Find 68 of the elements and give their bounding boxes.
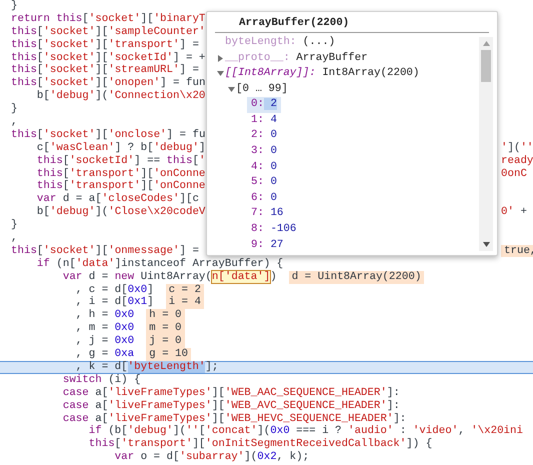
property-row-text: [[Int8Array]]: Int8Array(2200) xyxy=(225,66,420,82)
code-line: this['socket']['sampleCounter' xyxy=(11,26,206,39)
inline-value: g = 10 xyxy=(146,348,192,361)
code-line: b['debug']('Close\x20codeV xyxy=(36,206,206,220)
expanded-triangle-icon[interactable] xyxy=(216,70,224,78)
scroll-down-icon[interactable] xyxy=(482,242,490,247)
code-line: } xyxy=(11,0,18,13)
code-line: c['wasClean'] ? b['debug'] xyxy=(36,142,206,155)
collapsed-triangle-icon[interactable] xyxy=(216,54,224,62)
code-line: 0onC xyxy=(501,168,528,180)
code-line: , h = 0x0 xyxy=(74,309,134,322)
array-entry[interactable]: 7: 16 xyxy=(247,206,288,222)
inline-value: h = 0 xyxy=(146,309,185,322)
code-line: this['transport']['onInitSegmentReceivedCallback']) { xyxy=(88,438,432,451)
code-line: , xyxy=(11,116,18,129)
array-entry[interactable]: 4: 0 xyxy=(247,160,281,176)
code-line: ']('' xyxy=(501,142,533,155)
array-entry[interactable]: 5: 0 xyxy=(247,175,281,191)
code-line: this['socket']['onopen'] = fun xyxy=(11,77,206,90)
array-entry[interactable]: 8: -106 xyxy=(247,222,300,238)
code-line: this['socket']['transport'] = xyxy=(11,38,199,52)
code-line: , xyxy=(11,232,18,245)
code-line: , c = d[0x0] xyxy=(74,284,154,296)
code-line: this['transport']['onConne xyxy=(36,168,206,180)
code-line: if (n['data']instanceof ArrayBuffer) { xyxy=(36,258,284,271)
inline-value: c = 2 xyxy=(166,284,204,296)
code-line: var d = new Uint8Array(n['data']) xyxy=(62,270,277,284)
code-line: this['socket']['socketId'] = + xyxy=(11,52,206,64)
code-line: this['transport']['onConne xyxy=(36,180,206,193)
code-line: case a['liveFrameTypes']['WEB_AVC_SEQUENCE_HEADER']: xyxy=(62,400,400,413)
code-line: , m = 0x0 xyxy=(74,322,134,335)
array-entry[interactable]: 2: 0 xyxy=(247,128,281,144)
code-line: if (b['debug'](''['concat'](0x0 === i ? 'audio' : 'video', '\x20ini xyxy=(88,425,523,438)
code-line: this['socket']['onclose'] = fu xyxy=(11,128,206,142)
array-entry[interactable]: 6: 0 xyxy=(247,190,281,206)
code-line: } xyxy=(11,219,18,232)
inline-value: i = 4 xyxy=(166,296,204,310)
inline-value: j = 0 xyxy=(146,335,185,348)
scrollbar[interactable] xyxy=(479,36,493,251)
code-line: var o = d['subarray'](0x2, k); xyxy=(114,451,310,464)
code-line: return this['socket']['binaryT xyxy=(11,12,206,26)
property-row-text: __proto__: ArrayBuffer xyxy=(225,50,368,66)
code-line: case a['liveFrameTypes']['WEB_AAC_SEQUENCE_HEADER']: xyxy=(62,386,400,400)
code-line: b['debug']('Connection\x20 xyxy=(36,90,206,104)
scrollbar-thumb[interactable] xyxy=(481,50,491,82)
code-line: , j = 0x0 xyxy=(74,335,134,348)
code-line: , i = d[0x1] xyxy=(74,296,154,309)
code-line: , g = 0xa xyxy=(74,348,134,361)
expanded-triangle-icon[interactable] xyxy=(228,86,234,93)
inline-value: m = 0 xyxy=(146,322,185,336)
code-line: this['socket']['onmessage'] = xyxy=(11,244,199,258)
code-line: 0' + xyxy=(501,206,528,220)
array-entry[interactable]: 1: 4 xyxy=(247,112,281,128)
code-line: switch (i) { xyxy=(62,374,141,387)
array-entry[interactable]: 0: 2 xyxy=(247,97,281,113)
inline-value: d = Uint8Array(2200) xyxy=(288,270,424,284)
code-line: this['socket']['streamURL'] = xyxy=(11,64,199,77)
code-line: var d = a['closeCodes'][c xyxy=(36,193,199,206)
code-line: ready xyxy=(501,154,533,168)
code-line: } xyxy=(11,103,18,116)
property-row-text: [0 … 99] xyxy=(236,82,288,97)
array-entry[interactable]: 3: 0 xyxy=(247,144,281,160)
popover-title: ArrayBuffer(2200) xyxy=(215,12,489,33)
array-entry[interactable]: 9: 27 xyxy=(247,238,288,254)
property-row-text: byteLength: (...) xyxy=(225,34,336,50)
code-line: , k = d['byteLength']; xyxy=(74,360,218,374)
code-line: case a['liveFrameTypes']['WEB_HEVC_SEQUENCE_HEADER']: xyxy=(62,412,406,425)
code-line: this['socketId'] == this[' xyxy=(36,154,206,168)
